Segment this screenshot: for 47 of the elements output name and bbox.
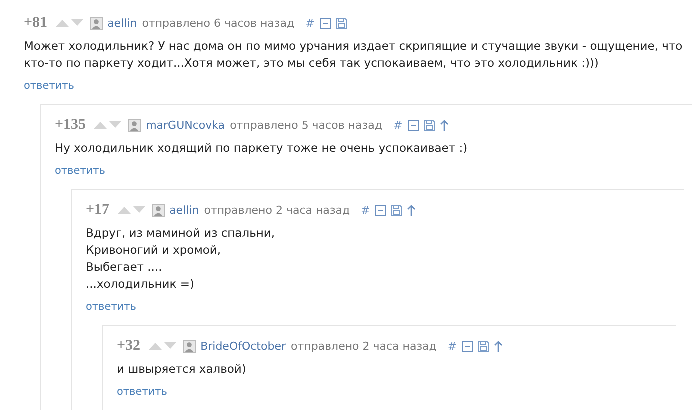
- avatar-icon: [152, 204, 165, 216]
- avatar-icon: [128, 118, 142, 132]
- save-icon[interactable]: [336, 18, 347, 28]
- permalink[interactable]: #: [361, 204, 370, 216]
- author-link[interactable]: BrideOfOctober: [200, 340, 286, 352]
- comment-score: +135: [55, 116, 86, 134]
- reply-link[interactable]: ответить: [24, 80, 74, 92]
- author-link[interactable]: marGUNcovka: [146, 118, 226, 132]
- comment-text: Вдруг, из маминой из спальни, Кривоногий и хромой, Выбегает .... ...холодильник =): [86, 225, 276, 293]
- reply-link[interactable]: ответить: [55, 165, 106, 177]
- downvote-icon[interactable]: [132, 206, 147, 214]
- save-icon[interactable]: [478, 340, 490, 352]
- avatar-icon: [182, 340, 196, 352]
- post-time: отправлено 6 часов назад: [142, 16, 295, 30]
- collapse-icon[interactable]: [320, 18, 331, 28]
- reply-link[interactable]: ответить: [117, 386, 168, 398]
- comment-text: Ну холодильник ходящий по паркету тоже не очень успокаивает :): [55, 140, 469, 157]
- comment-score: +32: [117, 338, 141, 354]
- comment-text: и швыряется халвой): [117, 361, 248, 378]
- author-link[interactable]: aellin: [108, 16, 138, 30]
- upvote-icon[interactable]: [93, 121, 108, 129]
- permalink[interactable]: #: [306, 16, 315, 30]
- collapse-icon[interactable]: [462, 340, 474, 352]
- post-time: отправлено 5 часов назад: [230, 118, 382, 132]
- downvote-icon[interactable]: [162, 342, 178, 350]
- comment-score: +81: [24, 14, 48, 32]
- collapse-icon[interactable]: [375, 204, 386, 216]
- downvote-icon[interactable]: [70, 19, 85, 27]
- reply-link[interactable]: ответить: [86, 301, 136, 313]
- avatar-icon: [90, 16, 103, 30]
- post-time: отправлено 2 часа назад: [291, 340, 437, 352]
- upvote-icon[interactable]: [148, 342, 163, 350]
- save-icon[interactable]: [391, 204, 402, 216]
- permalink[interactable]: #: [393, 118, 403, 132]
- save-icon[interactable]: [424, 120, 435, 130]
- upvote-icon[interactable]: [116, 206, 132, 214]
- permalink[interactable]: #: [448, 340, 458, 352]
- up-arrow-icon[interactable]: [440, 120, 449, 130]
- comment-text: Может холодильник? У нас дома он по мимо урчания издает скрипящие и стучащие звуки - ощущение, что кто-то по паркету ходит...Хотя может, это мы себя так успокаиваем, что это холодильник :))): [24, 38, 684, 72]
- author-link[interactable]: aellin: [170, 204, 200, 216]
- post-time: отправлено 2 часа назад: [204, 204, 350, 216]
- collapse-icon[interactable]: [408, 120, 419, 130]
- comment-score: +17: [86, 202, 110, 218]
- up-arrow-icon[interactable]: [407, 204, 416, 216]
- upvote-icon[interactable]: [54, 19, 70, 27]
- up-arrow-icon[interactable]: [494, 340, 504, 352]
- downvote-icon[interactable]: [108, 121, 124, 129]
